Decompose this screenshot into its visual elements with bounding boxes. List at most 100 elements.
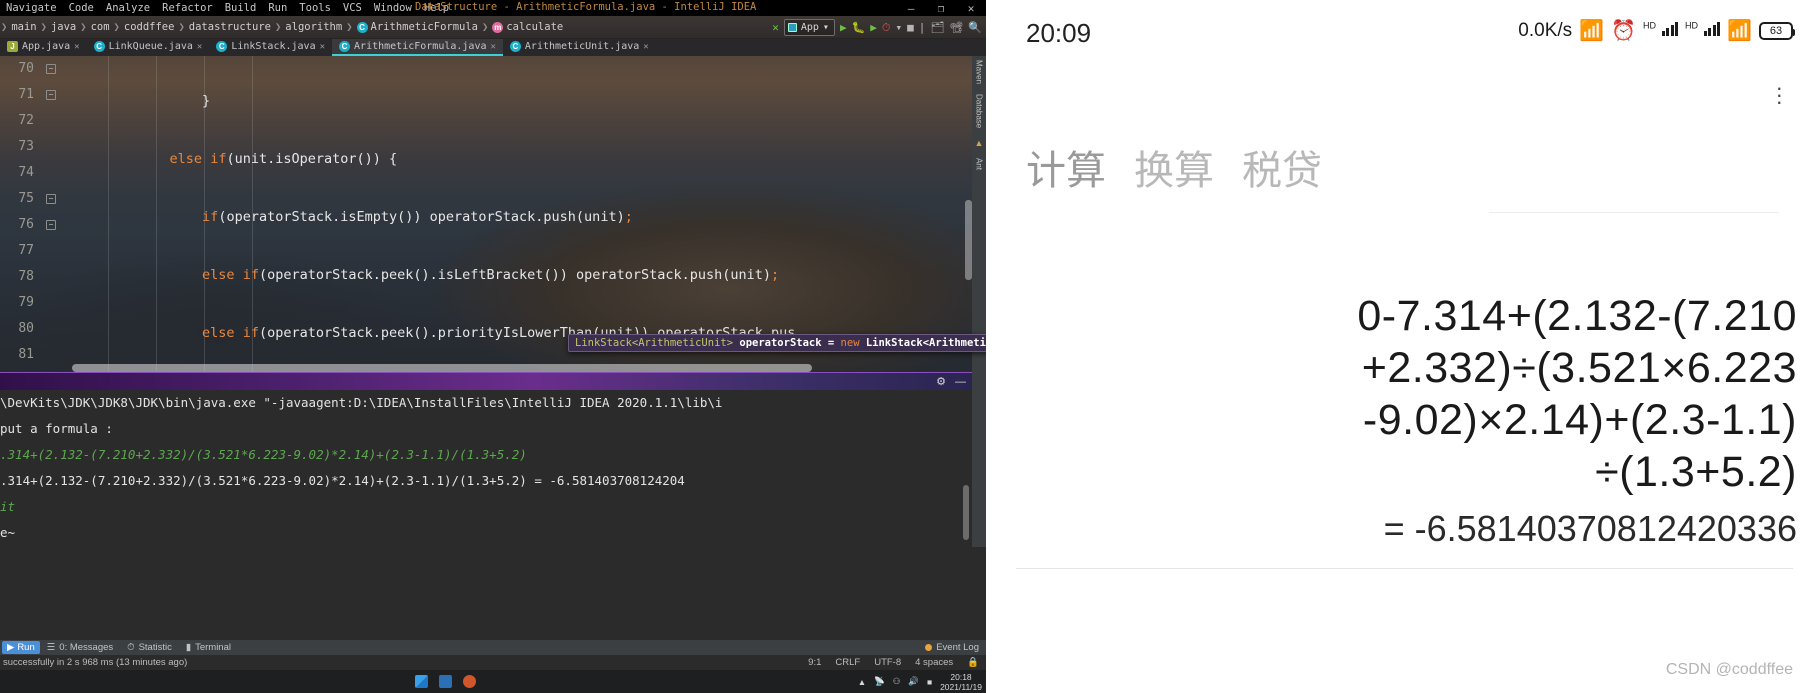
file-encoding[interactable]: UTF-8 <box>867 657 908 668</box>
breadcrumb-sep: ❯ <box>113 21 120 33</box>
breadcrumb-main[interactable]: main <box>8 21 39 33</box>
line-separator[interactable]: CRLF <box>828 657 867 668</box>
maximize-button[interactable]: ❐ <box>926 2 956 15</box>
tray-chevron-icon[interactable]: ▲ <box>858 677 866 687</box>
taskbar-app-icon[interactable] <box>439 675 452 688</box>
fold-minus-icon[interactable]: − <box>46 194 56 204</box>
close-icon[interactable]: ✕ <box>320 42 325 52</box>
profiler-button[interactable]: ⏱ <box>882 22 891 33</box>
tab-convert[interactable]: 换算 <box>1134 138 1214 196</box>
tab-linkstack-java[interactable]: C LinkStack.java ✕ <box>209 39 332 56</box>
toolwindow-ant[interactable]: Ant <box>975 158 984 170</box>
indent-setting[interactable]: 4 spaces <box>908 657 960 668</box>
tab-calculate[interactable]: 计算 <box>1026 138 1106 196</box>
run-coverage-button[interactable]: ▶ <box>870 22 877 33</box>
toolwindow-maven[interactable]: Maven <box>975 60 984 84</box>
status-event-log[interactable]: Event Log <box>918 642 986 653</box>
tab-tax-loan[interactable]: 税贷 <box>1242 138 1322 196</box>
tray-input-icon[interactable]: ⚇ <box>893 676 901 687</box>
close-icon[interactable]: ✕ <box>490 42 495 52</box>
tray-volume-icon[interactable]: 🔊 <box>908 676 919 687</box>
windows-start-icon[interactable] <box>415 675 428 688</box>
tab-label: App.java <box>22 41 71 52</box>
tab-app-java[interactable]: J App.java ✕ <box>0 39 87 56</box>
more-options-icon[interactable]: · · · <box>1776 77 1783 113</box>
menu-item-window[interactable]: Window <box>368 2 418 14</box>
breadcrumb-method-label: calculate <box>506 21 564 33</box>
navigation-bar: ❯ main ❯ java ❯ com ❯ coddffee ❯ datastr… <box>0 16 986 39</box>
menu-item-analyze[interactable]: Analyze <box>100 2 156 14</box>
menu-item-run[interactable]: Run <box>262 2 293 14</box>
breadcrumb-algorithm[interactable]: algorithm <box>282 21 345 33</box>
presentation-mode-button[interactable]: 📽 <box>949 22 963 33</box>
menu-item-build[interactable]: Build <box>219 2 263 14</box>
status-terminal-label: Terminal <box>195 642 231 653</box>
breadcrumb-datastructure[interactable]: datastructure <box>186 21 274 33</box>
console-line-prompt: e~ <box>0 525 16 540</box>
fold-minus-icon[interactable]: − <box>46 220 56 230</box>
tab-linkqueue-java[interactable]: C LinkQueue.java ✕ <box>87 39 210 56</box>
status-messages-tab[interactable]: ☰ 0: Messages <box>40 642 120 653</box>
build-hammer-icon[interactable]: ✕ <box>772 22 779 33</box>
tab-arithmeticunit-java[interactable]: C ArithmeticUnit.java ✕ <box>503 39 656 56</box>
breadcrumb-coddffee[interactable]: coddffee <box>121 21 178 33</box>
settings-gear-icon[interactable]: ⚙ <box>936 375 946 388</box>
console-vertical-scrollbar[interactable] <box>963 485 969 540</box>
java-file-icon: J <box>7 41 18 52</box>
console-line-exit: it <box>0 499 16 514</box>
fold-minus-icon[interactable]: − <box>46 90 56 100</box>
status-terminal-tab[interactable]: ▮ Terminal <box>179 642 238 653</box>
taskbar-browser-icon[interactable] <box>463 675 476 688</box>
run-configuration-selector[interactable]: App ▾ <box>783 19 835 36</box>
status-bar-right: Event Log <box>918 642 986 653</box>
search-icon[interactable]: 🔍 <box>968 22 982 33</box>
tray-network-icon[interactable]: 📡 <box>874 676 885 687</box>
taskbar-date: 2021/11/19 <box>940 681 982 692</box>
status-statistic-tab[interactable]: ⏱ Statistic <box>120 642 179 653</box>
editor-gutter: 70− 71− 72 73 74 75− 76− 77 78 79 80 81 <box>0 56 72 371</box>
close-icon[interactable]: ✕ <box>197 42 202 52</box>
faint-divider <box>1489 212 1779 213</box>
caret-position[interactable]: 9:1 <box>801 657 828 668</box>
breadcrumb-sep: ❯ <box>274 21 282 33</box>
editor-horizontal-scrollbar[interactable] <box>72 364 812 372</box>
taskbar-clock[interactable]: 20:18 2021/11/19 <box>940 672 982 692</box>
breadcrumb-java[interactable]: java <box>48 21 79 33</box>
status-event-log-label: Event Log <box>936 642 979 653</box>
minimize-console-icon[interactable]: — <box>955 376 966 388</box>
code-editor[interactable]: } else if(unit.isOperator()) { if(operat… <box>72 56 972 371</box>
menu-item-code[interactable]: Code <box>63 2 100 14</box>
network-speed-label: 0.0K/s <box>1518 19 1573 41</box>
tray-battery-icon[interactable]: ■ <box>927 677 932 687</box>
class-icon: C <box>509 41 521 52</box>
stop-button[interactable]: ■ <box>907 22 914 33</box>
fold-minus-icon[interactable]: − <box>46 64 56 74</box>
close-icon[interactable]: ✕ <box>643 42 648 52</box>
menu-item-navigate[interactable]: Navigate <box>0 2 63 14</box>
console-line: put a formula : <box>0 421 113 436</box>
debug-button[interactable]: 🐛 <box>852 22 866 33</box>
breadcrumb-method[interactable]: m calculate <box>489 21 566 33</box>
editor-vertical-scrollbar[interactable] <box>965 200 972 280</box>
status-run-tab[interactable]: ▶ Run <box>2 641 40 654</box>
breadcrumb-class[interactable]: C ArithmeticFormula <box>354 21 481 33</box>
editor-tabs: J App.java ✕ C LinkQueue.java ✕ C LinkSt… <box>0 39 986 56</box>
menu-item-tools[interactable]: Tools <box>293 2 337 14</box>
class-icon: C <box>93 41 105 52</box>
close-icon[interactable]: ✕ <box>74 42 79 52</box>
run-play-icon: ▶ <box>7 642 15 653</box>
menu-item-refactor[interactable]: Refactor <box>156 2 219 14</box>
lock-icon[interactable]: 🔒 <box>960 657 986 668</box>
run-button[interactable]: ▶ <box>840 22 847 33</box>
menu-item-vcs[interactable]: VCS <box>337 2 368 14</box>
toolwindow-database[interactable]: Database <box>975 94 984 128</box>
breadcrumb-com[interactable]: com <box>88 21 113 33</box>
project-structure-button[interactable]: 🗂 <box>930 22 944 33</box>
profiler-dropdown-icon[interactable]: ▾ <box>895 22 902 33</box>
close-button[interactable]: ✕ <box>956 2 986 15</box>
tab-arithmeticformula-java[interactable]: C ArithmeticFormula.java ✕ <box>332 39 503 56</box>
console-output[interactable]: \DevKits\JDK\JDK8\JDK\bin\java.exe "-jav… <box>0 390 972 547</box>
ant-icon[interactable]: ▲ <box>975 138 984 148</box>
tab-label: ArithmeticUnit.java <box>524 41 640 52</box>
minimize-button[interactable]: — <box>896 2 926 15</box>
